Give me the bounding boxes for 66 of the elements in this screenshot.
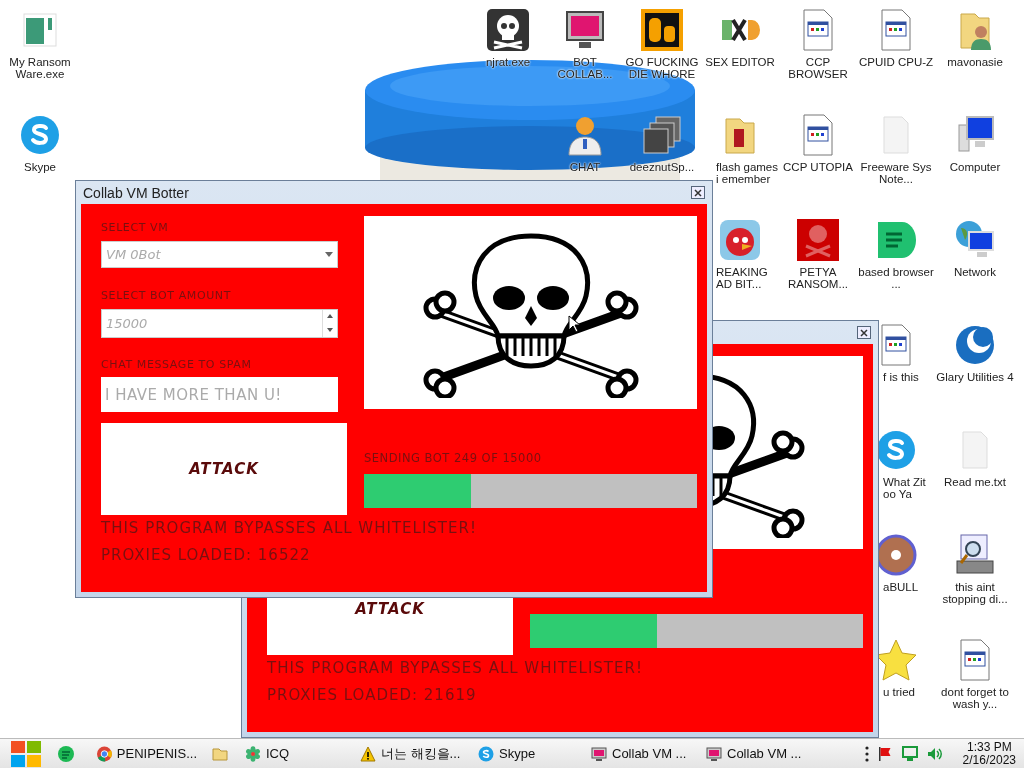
desktop-icon-label[interactable]: Skype (24, 161, 56, 173)
field-label: CHAT MESSAGE TO SPAM (101, 358, 253, 373)
desktop-icon-label[interactable]: CPUID CPU-Z (858, 56, 934, 68)
desktop-icon-label[interactable]: flash games i emember (716, 161, 779, 185)
desktop-icon-label[interactable]: What Zit oo Ya (883, 476, 935, 500)
bypass-text: THIS PROGRAM BYPASSES ALL WHITELISTER! (267, 659, 644, 677)
desktop-icon-label[interactable]: PETYA RANSOM... (779, 266, 857, 290)
taskbar-button[interactable]: Skype (472, 740, 582, 767)
attack-button[interactable]: ATTACK (101, 423, 347, 515)
skype-icon (478, 745, 494, 762)
desktop-icon-label[interactable]: deeznutSp... (629, 161, 695, 173)
progress-label: SENDING BOT 249 OF 15000 (364, 451, 543, 465)
skull-icon (796, 218, 840, 262)
warning-icon (360, 745, 376, 762)
proxies-count: PROXIES LOADED: 21619 (267, 686, 478, 704)
skype-icon (18, 113, 62, 157)
skull-icon (486, 8, 530, 52)
bird-icon (718, 218, 762, 262)
more-icon[interactable] (864, 745, 869, 762)
clock-date: 2/16/2023 (962, 753, 1016, 767)
clock[interactable]: 1:33 PM 2/16/2023 (962, 740, 1016, 767)
desktop-icon-label[interactable]: CCP BROWSER (779, 56, 857, 80)
chat-icon (58, 745, 74, 762)
volume-icon[interactable] (926, 745, 943, 762)
field-label: SELECT VM (101, 221, 170, 236)
desktop-icon-label[interactable]: Network (953, 266, 997, 278)
taskbar-button[interactable]: 너는 해킹을... (354, 740, 469, 767)
clock-time: 1:33 PM (966, 740, 1012, 754)
desktop-icon-label[interactable]: SEX EDITOR (705, 56, 775, 68)
desktop-icon-label[interactable]: CCP UTOPIA (783, 161, 853, 173)
desktop-icon-label[interactable]: REAKING AD BIT... (716, 266, 779, 290)
taskbar-button[interactable]: Collab VM ... (585, 740, 697, 767)
desktop-icon-label[interactable]: Read me.txt (944, 476, 1006, 488)
drive-search-icon (953, 533, 997, 577)
app-tile-icon (640, 8, 684, 52)
field-label: SELECT BOT AMOUNT (101, 289, 232, 304)
mouse-cursor-icon (568, 315, 580, 333)
folder-icon (212, 745, 228, 762)
taskbar-button[interactable]: ICQ (239, 740, 351, 767)
crescent-icon (953, 323, 997, 367)
desktop-icon-label[interactable]: based browser ... (857, 266, 935, 290)
flower-icon (245, 745, 261, 762)
close-button[interactable] (691, 186, 705, 199)
desktop-icon-label[interactable]: aBULL (883, 581, 919, 593)
taskbar-button[interactable]: PENIPENIS... (91, 740, 203, 767)
bypass-text: THIS PROGRAM BYPASSES ALL WHITELISTER! (101, 519, 478, 537)
desktop-icon-label[interactable]: f is this (883, 371, 919, 383)
monitor-icon (591, 745, 607, 762)
desktop-icon-label[interactable]: Computer (949, 161, 1001, 173)
proxies-count: PROXIES LOADED: 16522 (101, 546, 312, 564)
desktop-icon-label[interactable]: this aint stopping di... (936, 581, 1014, 605)
desktop-icon-label[interactable]: mavonasie (947, 56, 1003, 68)
desktop-icon-label[interactable]: u tried (883, 686, 915, 698)
desktop-icon-label[interactable]: My Ransom Ware.exe (1, 56, 79, 80)
monitor-icon (706, 745, 722, 762)
close-button[interactable] (857, 326, 871, 339)
desktop-icon-label[interactable]: Glary Utilities 4 (936, 371, 1014, 383)
stacked-windows-icon (640, 113, 684, 157)
network-icon[interactable] (900, 745, 919, 762)
desktop-icon-label[interactable]: dont forget to wash y... (936, 686, 1014, 710)
window-title: Collab VM Botter (83, 184, 189, 201)
browser-icon (97, 745, 112, 762)
taskbar-button[interactable]: Collab VM ... (700, 740, 812, 767)
caret-icon (325, 252, 333, 257)
desktop-icon-label[interactable]: Freeware Sys Note... (857, 161, 935, 185)
flag-icon[interactable] (876, 745, 893, 762)
